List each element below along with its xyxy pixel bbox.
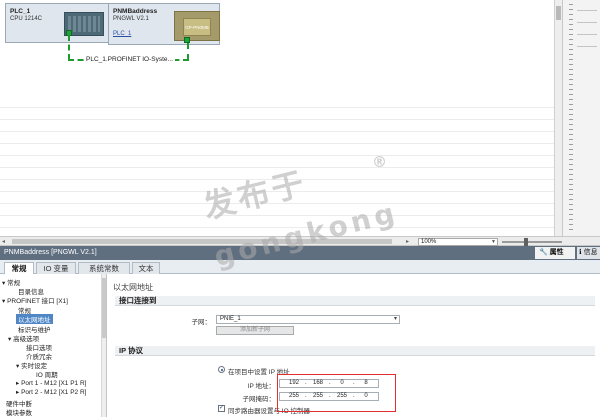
io-device-name: PNMBaddress [113,8,158,15]
panel-row [577,10,597,11]
chevron-down-icon: ▼ [491,239,496,245]
panel-row [577,22,597,23]
nav-item-port-2[interactable]: ▸ Port 2 - M12 [X1 P2 R] [16,388,86,396]
nav-item-profinet-interface[interactable]: ▾ PROFINET 接口 [X1] [2,295,68,305]
subnet-mask-label: 子网掩码： [242,396,276,403]
tab-texts[interactable]: 文本 [132,262,160,274]
io-controller-link[interactable]: PLC_1 [113,31,131,37]
nav-scrollbar[interactable] [101,274,106,417]
info-icon: ℹ [579,249,582,256]
scroll-left-icon[interactable]: ◂ [2,238,5,245]
canvas-vertical-scrollbar[interactable] [554,0,562,236]
set-ip-in-project-radio[interactable] [218,366,225,373]
ip-address-label: IP 地址： [247,383,275,390]
properties-label: 属性 [549,249,564,256]
tab-io-tags[interactable]: IO 变量 [36,262,76,274]
network-view-canvas[interactable]: PLC_1 CPU 1214C PNMBaddress PNGWL V2.1 P… [0,0,562,236]
zoom-slider-knob[interactable] [524,238,528,246]
nav-item-port-1[interactable]: ▸ Port 1 - M12 [X1 P1 R] [16,379,86,387]
nav-item-io-cycle[interactable]: IO 周期 [36,369,58,379]
plc-name: PLC_1 [10,8,31,15]
io-device[interactable]: PNMBaddress PNGWL V2.1 PLC_1 GP-PN0MB [108,3,220,45]
plc-type: CPU 1214C [10,16,43,22]
sync-router-checkbox[interactable]: ✓ [218,405,225,412]
tab-system-constants[interactable]: 系统常数 [78,262,130,274]
properties-tab[interactable]: 🔧 属性 [535,247,575,259]
add-new-subnet-button[interactable]: 添加新子网 [216,326,294,335]
subnet-label: 子网： [191,319,212,326]
subnet-value: PNIE_1 [220,316,241,322]
zoom-slider[interactable] [502,238,562,246]
properties-navigation-tree: ▾ 常规 目录信息 ▾ PROFINET 接口 [X1] 常规 以太网地址 标识… [0,274,107,417]
network-line-right[interactable] [187,43,189,60]
panel-row [577,46,597,47]
interface-section-title: 接口连接到 [115,296,595,306]
panel-collapse-strip[interactable] [569,4,573,232]
inspector-title: PNMBaddress [PNGWL V2.1] [4,249,97,256]
plc-device[interactable]: PLC_1 CPU 1214C [5,3,109,43]
side-overview-panel[interactable] [562,0,600,236]
canvas-grid [0,96,562,236]
inspector-tabs: 常规 IO 变量 系统常数 文本 [0,260,600,275]
nav-item-ethernet-addresses[interactable]: 以太网地址 [16,314,53,324]
nav-scroll-thumb[interactable] [102,278,106,338]
info-tab[interactable]: ℹ 信息 [577,247,600,259]
io-module-chip: GP-PN0MB [183,18,211,36]
panel-row [577,34,597,35]
info-label: 信息 [583,249,598,256]
zoom-select[interactable]: 100% ▼ [418,238,498,246]
zoom-value: 100% [421,239,437,245]
io-device-type: PNGWL V2.1 [113,16,149,22]
canvas-horizontal-scrollbar[interactable]: ◂ ▸ 100% ▼ [0,236,600,246]
ip-protocol-section-title: IP 协议 [115,346,595,356]
scroll-right-icon[interactable]: ▸ [406,238,409,245]
network-line-left[interactable] [68,35,70,60]
section-breadcrumb: 以太网地址 [113,283,153,292]
scroll-thumb[interactable] [556,6,561,20]
network-label[interactable]: PLC_1.PROFINET IO-Syste... [84,56,175,63]
nav-item-module-parameters[interactable]: 模块参数 [6,407,32,417]
subnet-select[interactable]: PNIE_1 [216,315,400,324]
horizontal-scroll-thumb[interactable] [12,239,392,244]
ip-highlight-box [277,374,396,412]
properties-icon: 🔧 [539,249,548,256]
inspector-title-bar: PNMBaddress [PNGWL V2.1] 🔧 属性 ℹ 信息 [0,246,600,260]
io-module-image: GP-PN0MB [174,11,220,41]
